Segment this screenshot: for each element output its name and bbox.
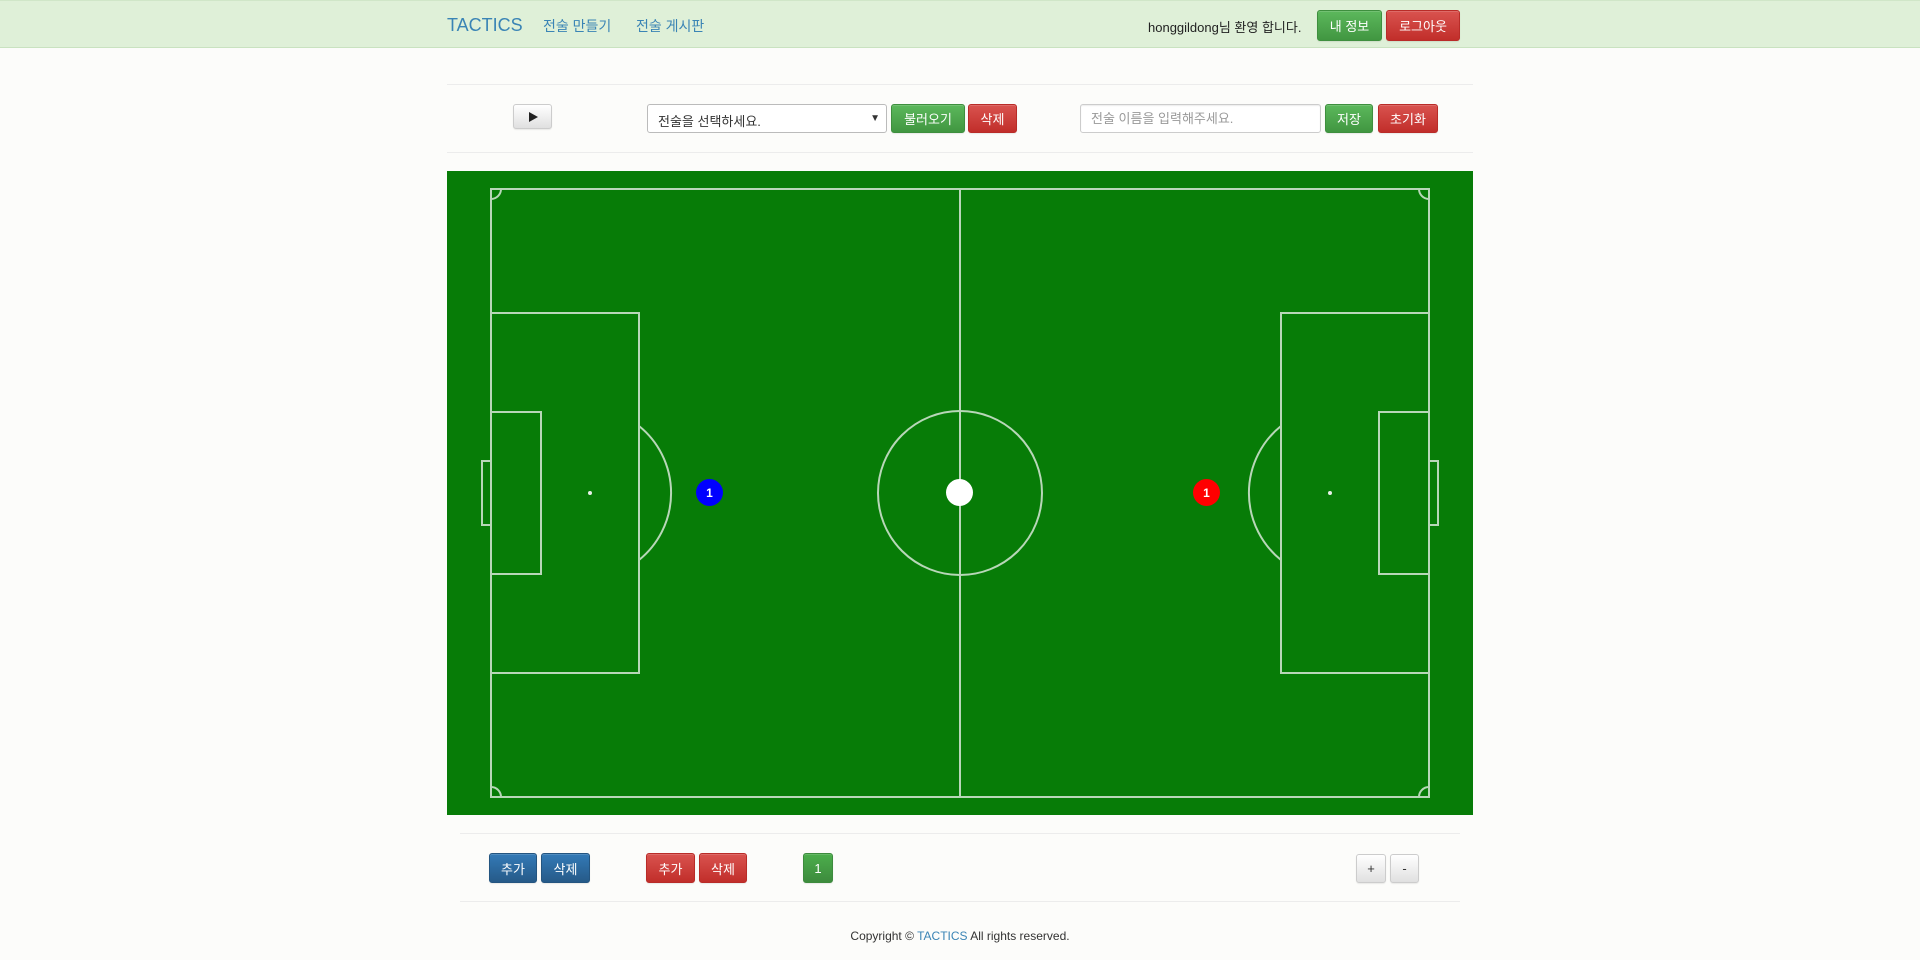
zoom-in-button[interactable]: + (1356, 854, 1386, 883)
load-button[interactable]: 불러오기 (891, 104, 965, 133)
nav-link-tactic-board[interactable]: 전술 게시판 (636, 16, 704, 36)
add-red-player-button[interactable]: 추가 (646, 853, 695, 883)
play-icon (528, 111, 538, 122)
red-player-number: 1 (1203, 485, 1210, 500)
logout-button[interactable]: 로그아웃 (1386, 10, 1460, 41)
delete-red-player-button[interactable]: 삭제 (699, 853, 747, 883)
reset-button[interactable]: 초기화 (1378, 104, 1438, 133)
my-info-button[interactable]: 내 정보 (1317, 10, 1382, 41)
divider (447, 84, 1473, 85)
delete-tactic-button[interactable]: 삭제 (968, 104, 1017, 133)
copyright-suffix: All rights reserved. (970, 929, 1070, 943)
red-player-token[interactable]: 1 (1193, 479, 1220, 506)
nav-link-create-tactic[interactable]: 전술 만들기 (543, 16, 611, 36)
soccer-field[interactable]: 1 1 (447, 171, 1473, 815)
copyright-prefix: Copyright © (850, 929, 914, 943)
brand-link[interactable]: TACTICS (447, 15, 523, 36)
divider (460, 833, 1460, 834)
add-blue-player-button[interactable]: 추가 (489, 853, 537, 883)
delete-blue-player-button[interactable]: 삭제 (541, 853, 590, 883)
divider (447, 152, 1473, 153)
blue-player-number: 1 (706, 485, 713, 500)
frame-1-button[interactable]: 1 (803, 853, 833, 883)
footer-brand-link[interactable]: TACTICS (917, 929, 967, 943)
blue-player-token[interactable]: 1 (696, 479, 723, 506)
zoom-out-button[interactable]: - (1390, 854, 1419, 883)
save-button[interactable]: 저장 (1325, 104, 1373, 133)
footer: Copyright © TACTICS All rights reserved. (0, 929, 1920, 943)
tactic-select[interactable]: 전술을 선택하세요. ▼ (647, 104, 887, 133)
play-button[interactable] (513, 104, 552, 129)
divider (460, 901, 1460, 902)
welcome-message: honggildong님 환영 합니다. (1148, 20, 1302, 35)
chevron-down-icon: ▼ (870, 113, 880, 124)
ball[interactable] (946, 479, 973, 506)
navbar: TACTICS 전술 만들기 전술 게시판 honggildong님 환영 합니… (0, 0, 1920, 48)
tactic-select-value: 전술을 선택하세요. (658, 114, 761, 129)
tactic-name-input[interactable] (1080, 104, 1321, 133)
